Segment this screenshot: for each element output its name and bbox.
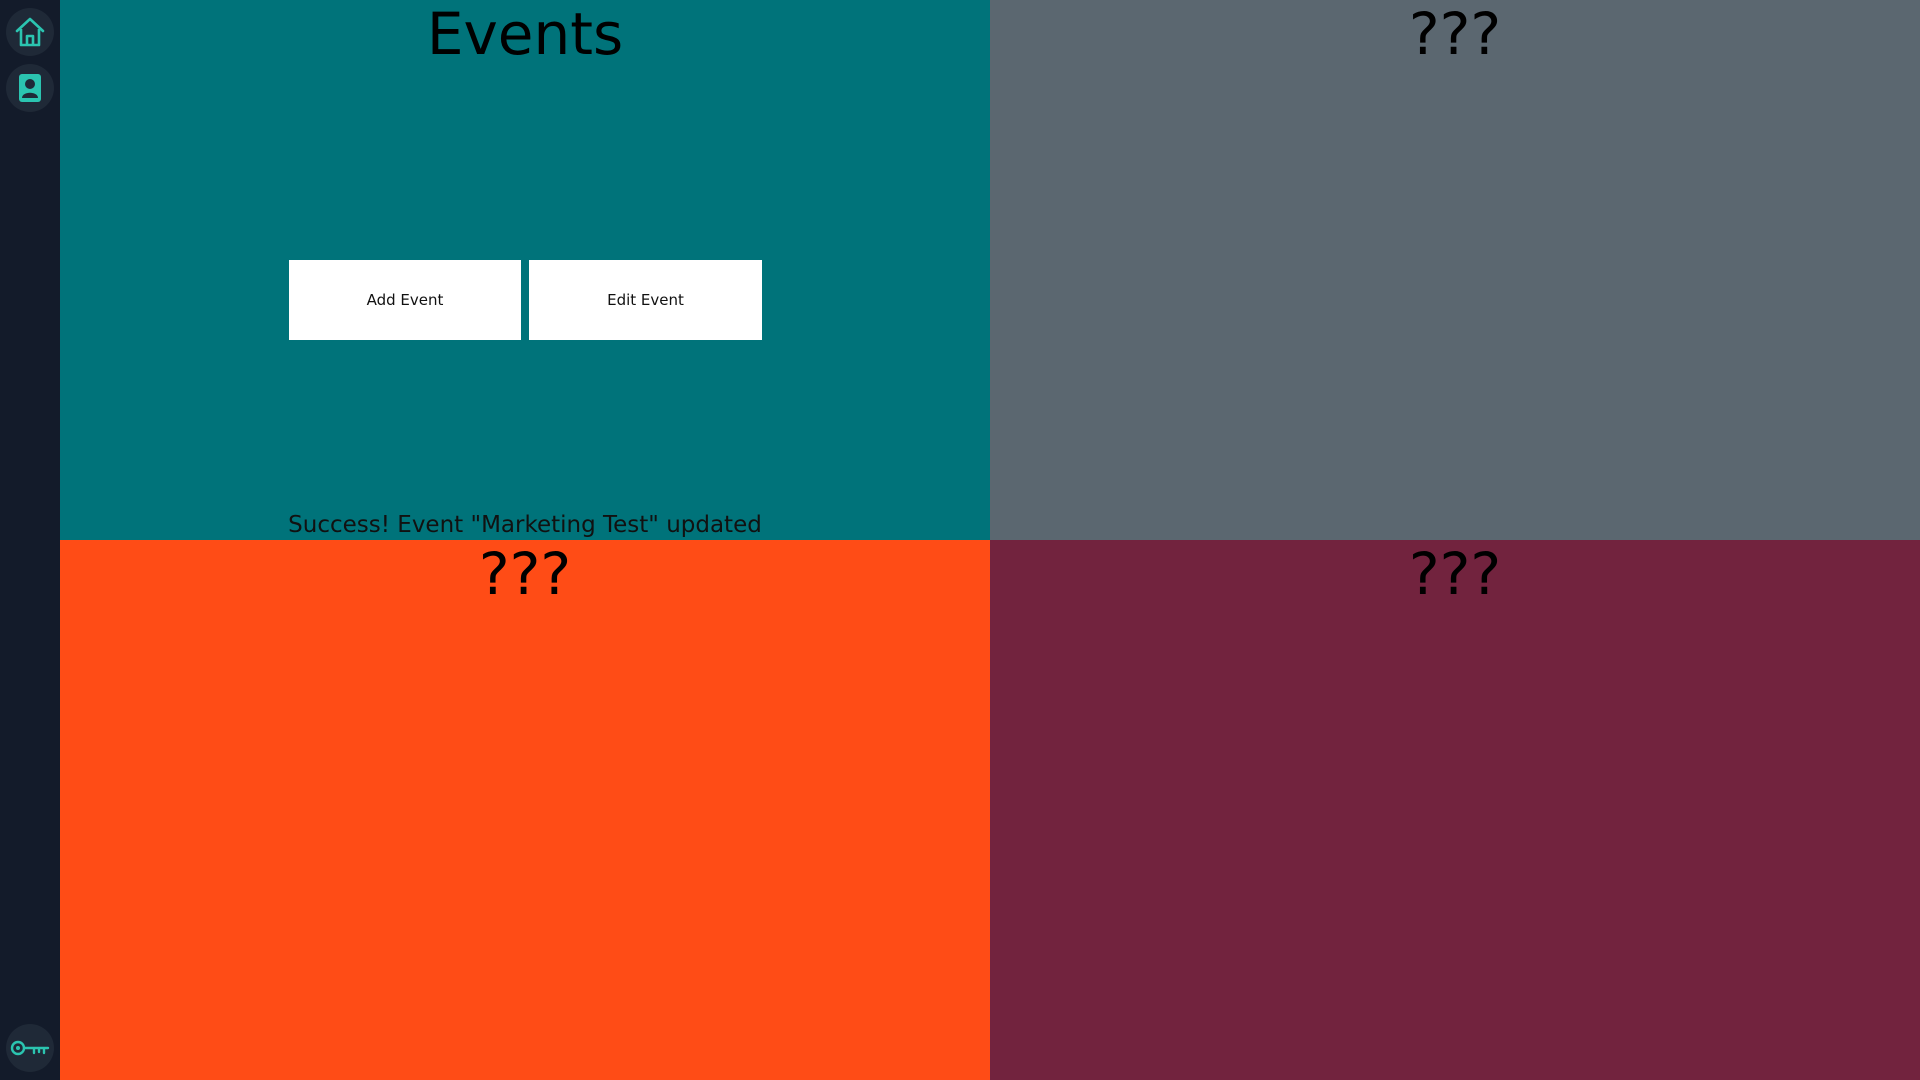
bottom-left-panel: ??? — [60, 540, 990, 1080]
key-icon — [9, 1035, 51, 1061]
sidebar-item-contacts[interactable] — [6, 64, 54, 112]
top-right-panel: ??? — [990, 0, 1920, 540]
app-root: Events Add Event Edit Event Success! Eve… — [0, 0, 1920, 1080]
sidebar-item-login[interactable] — [6, 1024, 54, 1072]
status-message: Success! Event "Marketing Test" updated — [288, 512, 762, 538]
edit-event-button[interactable]: Edit Event — [529, 260, 762, 340]
bottom-right-title: ??? — [1408, 540, 1502, 608]
user-contact-icon — [12, 70, 48, 106]
home-icon — [12, 14, 48, 50]
bottom-left-title: ??? — [478, 540, 572, 608]
add-event-button[interactable]: Add Event — [289, 260, 521, 340]
bottom-right-panel: ??? — [990, 540, 1920, 1080]
events-title: Events — [426, 0, 624, 68]
events-panel: Events Add Event Edit Event Success! Eve… — [60, 0, 990, 540]
sidebar — [0, 0, 60, 1080]
sidebar-item-home[interactable] — [6, 8, 54, 56]
top-right-title: ??? — [1408, 0, 1502, 68]
